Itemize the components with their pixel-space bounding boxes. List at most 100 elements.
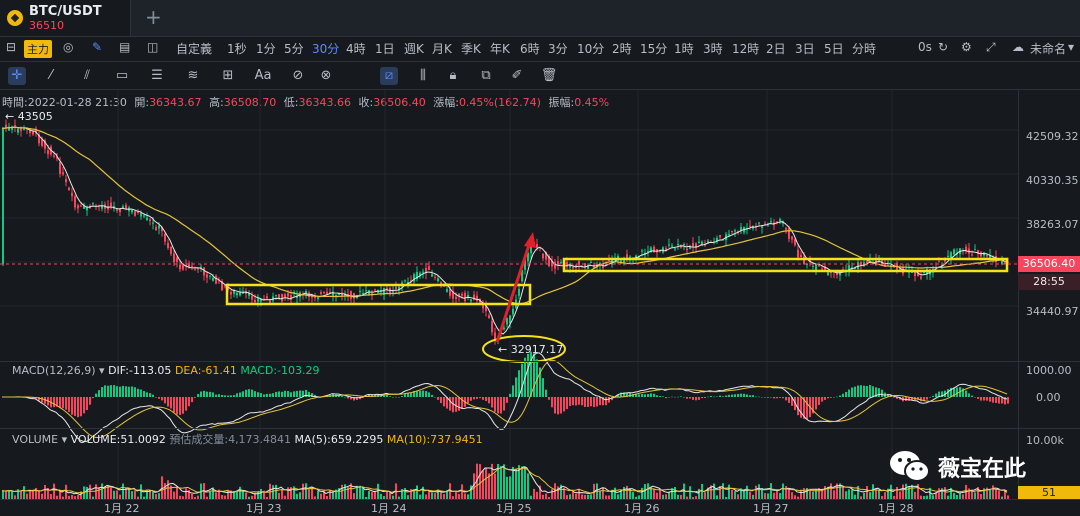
- volume-bar: [377, 483, 379, 500]
- interval-1h[interactable]: 1時: [674, 40, 694, 57]
- macd-bar: [593, 397, 595, 408]
- macd-bar: [590, 397, 592, 407]
- low-marker: ← 32917.17: [498, 343, 564, 356]
- candle-body: [560, 262, 562, 264]
- macd-title[interactable]: MACD(12,26,9): [12, 364, 96, 377]
- candle-body: [431, 274, 433, 277]
- volume-bar: [890, 484, 892, 500]
- layout-icon[interactable]: ◫: [147, 40, 158, 54]
- macd-bar: [725, 395, 727, 397]
- macd-bar: [479, 397, 481, 399]
- interval-1s[interactable]: 1秒: [227, 40, 247, 57]
- measure-icon[interactable]: ⊞: [219, 67, 237, 85]
- date-tick: 1月 27: [753, 502, 789, 515]
- macd-bar: [935, 393, 937, 397]
- chevron-down-icon[interactable]: ▾: [99, 364, 108, 377]
- parallel-lines-icon[interactable]: ⫽: [78, 67, 96, 85]
- zero-seconds[interactable]: 0s: [918, 40, 932, 54]
- interval-4h[interactable]: 4時: [346, 40, 366, 57]
- volume-bar: [176, 486, 178, 500]
- interval-quarter[interactable]: 季K: [461, 40, 481, 57]
- macd-bar: [224, 395, 226, 397]
- cloud-icon[interactable]: ☁: [1012, 40, 1024, 54]
- macd-bar: [920, 397, 922, 402]
- draw-mode-icon[interactable]: ⧄: [380, 67, 398, 85]
- target-icon[interactable]: ◎: [63, 40, 73, 54]
- fullscreen-icon[interactable]: ⤢: [986, 40, 996, 55]
- volume-bar: [44, 484, 46, 500]
- interval-5m[interactable]: 5分: [284, 40, 304, 57]
- macd-bar: [458, 397, 460, 411]
- candle-body: [671, 245, 673, 247]
- interval-2h[interactable]: 2時: [612, 40, 632, 57]
- pen-icon[interactable]: ✎: [92, 40, 102, 54]
- chevron-down-icon[interactable]: ▾: [62, 433, 71, 446]
- wave-icon[interactable]: ≋: [184, 67, 202, 85]
- volume-bar: [722, 483, 724, 500]
- interval-1m[interactable]: 1分: [256, 40, 276, 57]
- macd-bar: [80, 397, 82, 417]
- trend-line-icon[interactable]: ⁄: [42, 67, 60, 85]
- macd-bar: [455, 397, 457, 412]
- magnet-icon[interactable]: ⊗: [317, 67, 335, 85]
- volume-bar: [644, 484, 646, 500]
- horizontal-lines-icon[interactable]: ☰: [148, 67, 166, 85]
- candle-body: [14, 125, 16, 127]
- settings-icon[interactable]: ⊟: [6, 40, 16, 54]
- edit-icon[interactable]: ✐: [508, 67, 526, 85]
- interval-tick[interactable]: 分時: [852, 40, 876, 57]
- macd-bar: [932, 395, 934, 397]
- macd-bar: [176, 397, 178, 415]
- interval-3d[interactable]: 3日: [795, 40, 815, 57]
- candles-icon[interactable]: ⫼: [414, 67, 432, 85]
- volume-title[interactable]: VOLUME: [12, 433, 58, 446]
- lock-icon[interactable]: 🔒︎: [444, 67, 462, 85]
- macd-bar: [404, 394, 406, 397]
- interval-1d[interactable]: 1日: [375, 40, 395, 57]
- interval-year[interactable]: 年K: [490, 40, 510, 57]
- brush-icon[interactable]: ⊘: [289, 67, 307, 85]
- gear-icon[interactable]: ⚙: [961, 40, 972, 54]
- candle-body: [314, 296, 316, 298]
- macd-bar: [560, 397, 562, 414]
- price-tick: 40330.35: [1026, 174, 1079, 187]
- interval-12h[interactable]: 12時: [732, 40, 759, 57]
- tab-btc-usdt[interactable]: BTC/USDT 36510: [0, 0, 131, 36]
- interval-3m[interactable]: 3分: [548, 40, 568, 57]
- crosshair-icon[interactable]: ✛: [8, 67, 26, 85]
- macd-bar: [131, 386, 133, 397]
- macd-bar: [647, 393, 649, 397]
- trash-icon[interactable]: 🗑︎: [540, 67, 558, 85]
- main-indicator-button[interactable]: 主力: [24, 40, 52, 58]
- candle-body: [146, 217, 148, 221]
- macd-axis-top: 1000.00: [1026, 364, 1072, 377]
- macd-bar: [341, 396, 343, 397]
- text-icon[interactable]: Aa: [254, 67, 272, 85]
- chevron-down-icon[interactable]: ▾: [1068, 40, 1074, 54]
- candle-body: [938, 261, 940, 263]
- layout-name[interactable]: 未命名: [1030, 40, 1066, 57]
- interval-2d[interactable]: 2日: [766, 40, 786, 57]
- interval-week[interactable]: 週K: [404, 40, 424, 57]
- macd-bar: [491, 397, 493, 408]
- rectangle-icon[interactable]: ▭: [113, 67, 131, 85]
- candle-body: [332, 291, 334, 296]
- custom-interval-button[interactable]: 自定義: [176, 40, 212, 57]
- interval-6h[interactable]: 6時: [520, 40, 540, 57]
- ma-long-line: [1, 126, 1008, 305]
- calendar-icon[interactable]: ▤: [119, 40, 130, 54]
- interval-15m[interactable]: 15分: [640, 40, 667, 57]
- macd-legend: MACD(12,26,9) ▾ DIF:-113.05 DEA:-61.41 M…: [12, 364, 320, 377]
- candle-body: [446, 289, 448, 292]
- interval-5d[interactable]: 5日: [824, 40, 844, 57]
- refresh-icon[interactable]: ↻: [938, 40, 948, 54]
- macd-bar: [506, 397, 508, 403]
- interval-3h[interactable]: 3時: [703, 40, 723, 57]
- macd-bar: [503, 397, 505, 411]
- new-tab-button[interactable]: +: [145, 5, 162, 29]
- interval-30m[interactable]: 30分: [312, 40, 339, 57]
- copy-icon[interactable]: ⧉: [477, 67, 495, 85]
- interval-10m[interactable]: 10分: [577, 40, 604, 57]
- macd-bar: [470, 397, 472, 401]
- interval-month[interactable]: 月K: [432, 40, 452, 57]
